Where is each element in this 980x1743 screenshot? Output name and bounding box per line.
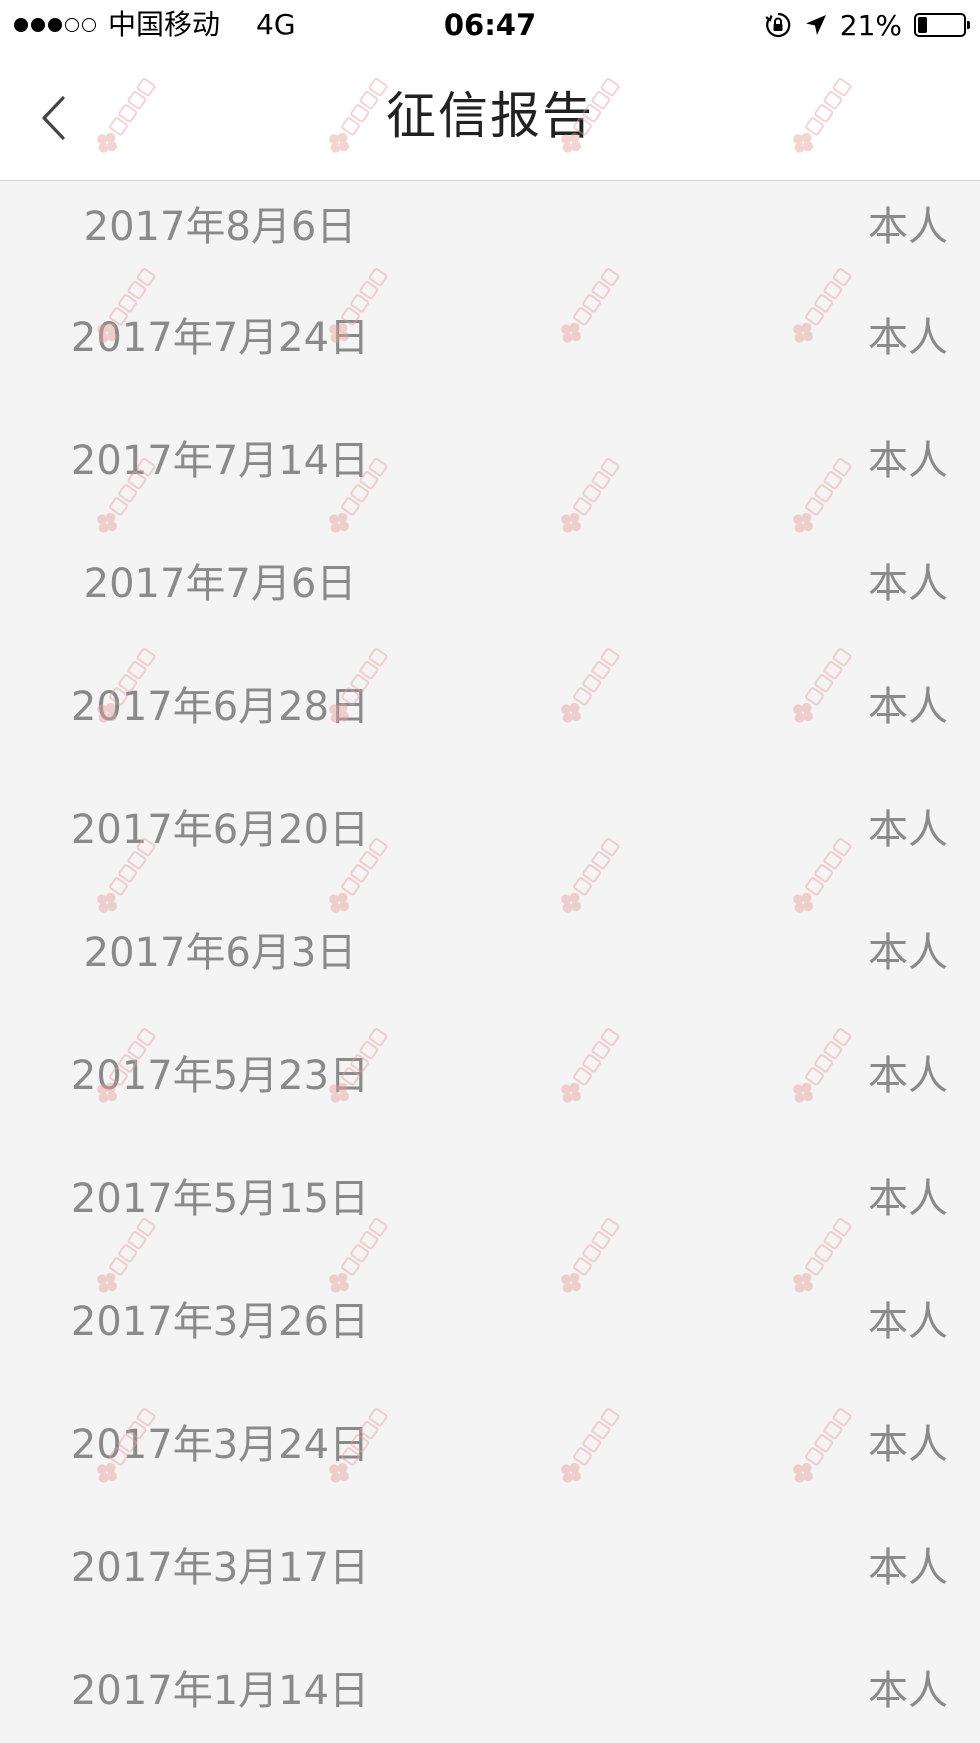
report-date: 2017年3月17日 (70, 1544, 370, 1591)
report-row[interactable]: 2017年3月26日 本人 (0, 1256, 980, 1379)
report-relation: 本人 (868, 437, 948, 484)
report-relation: 本人 (868, 683, 948, 730)
report-date: 2017年7月24日 (70, 314, 370, 361)
navigation-bar: 征信报告 (0, 50, 980, 181)
report-relation: 本人 (868, 806, 948, 853)
report-relation: 本人 (868, 1298, 948, 1345)
report-relation: 本人 (868, 1421, 948, 1468)
battery-percent: 21% (839, 8, 902, 42)
location-arrow-icon (805, 15, 826, 35)
report-date: 2017年6月28日 (70, 683, 370, 730)
report-relation: 本人 (868, 204, 948, 250)
report-row[interactable]: 2017年7月14日 本人 (0, 395, 980, 518)
report-date: 2017年3月26日 (70, 1298, 370, 1345)
report-date: 2017年5月23日 (70, 1052, 370, 1099)
report-row[interactable]: 2017年5月15日 本人 (0, 1133, 980, 1256)
status-right: 21% (764, 8, 970, 42)
battery-icon (914, 13, 970, 37)
report-row[interactable]: 2017年3月24日 本人 (0, 1379, 980, 1502)
report-date: 2017年8月6日 (83, 204, 357, 250)
page-title: 征信报告 (386, 87, 594, 145)
report-row[interactable]: 2017年6月28日 本人 (0, 641, 980, 764)
report-date: 2017年5月15日 (70, 1175, 370, 1222)
battery-fill (918, 17, 927, 33)
report-relation: 本人 (868, 560, 948, 607)
report-relation: 本人 (868, 1175, 948, 1222)
report-row[interactable]: 2017年6月20日 本人 (0, 764, 980, 887)
report-relation: 本人 (868, 1544, 948, 1591)
report-relation: 本人 (868, 1052, 948, 1099)
report-date: 2017年7月6日 (83, 560, 357, 607)
report-list: 2017年8月6日 本人 2017年7月24日 本人 2017年7月14日 本人 2017年… (0, 174, 980, 1743)
report-date: 2017年1月14日 (70, 1667, 370, 1714)
report-date: 2017年7月14日 (70, 437, 370, 484)
report-relation: 本人 (868, 929, 948, 976)
report-date: 2017年6月20日 (70, 806, 370, 853)
orientation-lock-icon (765, 12, 791, 38)
report-row[interactable]: 2017年1月14日 本人 (0, 1625, 980, 1743)
report-date: 2017年3月24日 (70, 1421, 370, 1468)
report-row[interactable]: 2017年6月3日 本人 (0, 887, 980, 1010)
report-date: 2017年6月3日 (83, 929, 357, 976)
report-row[interactable]: 2017年7月24日 本人 (0, 272, 980, 395)
report-relation: 本人 (868, 1667, 948, 1714)
status-bar: 中国移动 4G 06:47 21% (0, 0, 980, 50)
report-row[interactable]: 2017年8月6日 本人 (0, 174, 980, 272)
battery-cap (967, 21, 970, 29)
report-row[interactable]: 2017年5月23日 本人 (0, 1010, 980, 1133)
report-row[interactable]: 2017年3月17日 本人 (0, 1502, 980, 1625)
report-row[interactable]: 2017年7月6日 本人 (0, 518, 980, 641)
report-relation: 本人 (868, 314, 948, 361)
